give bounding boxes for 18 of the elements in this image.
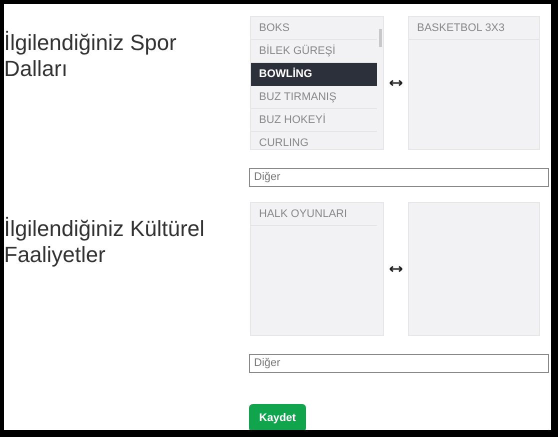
list-item[interactable]: BOWLİNG bbox=[251, 63, 377, 86]
available-list[interactable]: HALK OYUNLARI bbox=[250, 202, 384, 336]
swap-arrows-icon bbox=[389, 79, 403, 87]
list-item[interactable]: BUZ HOKEYİ bbox=[251, 109, 377, 132]
swap-arrows-icon bbox=[389, 265, 403, 273]
section-label: İlgilendiğiniz Spor Dalları bbox=[4, 30, 178, 82]
list-item[interactable]: BUZ TIRMANIŞ bbox=[251, 86, 377, 109]
list-item[interactable]: CURLING bbox=[251, 132, 377, 149]
list-item[interactable]: BASKETBOL 3X3 bbox=[409, 17, 539, 40]
save-button[interactable]: Kaydet bbox=[249, 404, 306, 430]
section-label: İlgilendiğiniz Kültürel Faaliyetler bbox=[4, 216, 206, 268]
available-list[interactable]: BOKS BİLEK GÜREŞİ BOWLİNG BUZ TIRMANIŞ BUZ HOKEYİ CURLING bbox=[250, 16, 384, 150]
other-input-field[interactable]: Diğer bbox=[249, 354, 549, 372]
list-item[interactable]: BOKS bbox=[251, 17, 377, 40]
chosen-list[interactable]: BASKETBOL 3X3 bbox=[408, 16, 540, 150]
list-item[interactable]: HALK OYUNLARI bbox=[251, 203, 377, 226]
chosen-list[interactable] bbox=[408, 202, 540, 336]
other-input-field[interactable]: Diğer bbox=[249, 168, 549, 186]
